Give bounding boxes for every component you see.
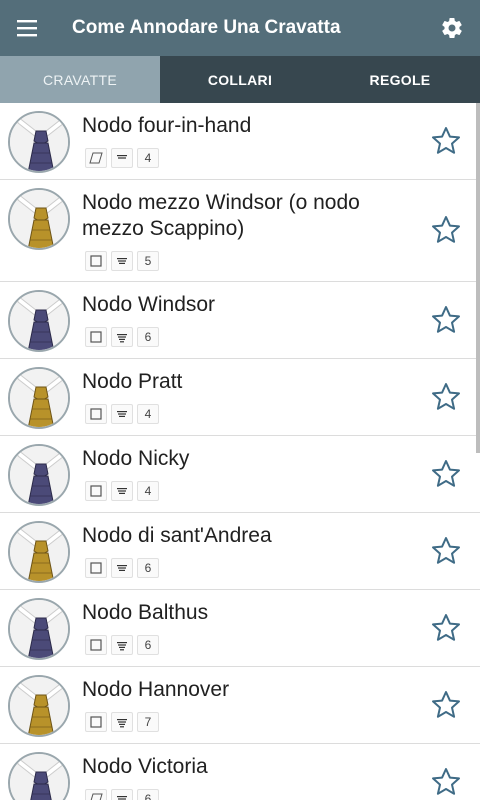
favorite-star-icon[interactable] xyxy=(430,766,462,798)
hamburger-icon xyxy=(17,20,37,37)
knot-attributes: 6 xyxy=(85,789,159,800)
menu-button[interactable] xyxy=(0,0,56,56)
knot-row[interactable]: Nodo Hannover 7 xyxy=(0,667,480,744)
knot-level: 6 xyxy=(137,558,159,578)
tab-bar: CRAVATTE COLLARI REGOLE xyxy=(0,56,480,103)
settings-button[interactable] xyxy=(424,0,480,56)
knot-row[interactable]: Nodo Windsor 6 xyxy=(0,282,480,359)
knot-level: 4 xyxy=(137,481,159,501)
gear-icon xyxy=(442,18,462,39)
square-icon xyxy=(85,481,107,501)
knot-attributes: 7 xyxy=(85,712,159,732)
knot-row[interactable]: Nodo mezzo Windsor (o nodo mezzo Scappin… xyxy=(0,180,480,282)
layers-4-icon xyxy=(111,712,133,732)
scrollbar[interactable] xyxy=(476,103,480,453)
knot-attributes: 6 xyxy=(85,558,159,578)
square-icon xyxy=(85,635,107,655)
knot-name: Nodo Pratt xyxy=(82,370,183,393)
square-icon xyxy=(85,404,107,424)
tie-knot-thumbnail xyxy=(8,444,70,506)
knot-row[interactable]: Nodo Victoria 6 xyxy=(0,744,480,800)
knot-level: 5 xyxy=(137,251,159,271)
square-icon xyxy=(85,327,107,347)
knot-attributes: 4 xyxy=(85,481,159,501)
tab-collari[interactable]: COLLARI xyxy=(160,56,320,103)
tab-cravatte[interactable]: CRAVATTE xyxy=(0,56,160,103)
favorite-star-icon[interactable] xyxy=(430,535,462,567)
favorite-star-icon[interactable] xyxy=(430,458,462,490)
layers-3-icon xyxy=(111,251,133,271)
knot-name: Nodo Windsor xyxy=(82,293,216,316)
favorite-star-icon[interactable] xyxy=(430,214,462,246)
knot-name: Nodo mezzo Windsor (o nodo mezzo Scappin… xyxy=(82,191,360,240)
tie-knot-thumbnail xyxy=(8,188,70,250)
favorite-star-icon[interactable] xyxy=(430,304,462,336)
favorite-star-icon[interactable] xyxy=(430,125,462,157)
knot-name: Nodo Victoria xyxy=(82,755,208,778)
knot-row[interactable]: Nodo Pratt 4 xyxy=(0,359,480,436)
tie-knot-thumbnail xyxy=(8,675,70,737)
parallelogram-icon xyxy=(85,789,107,800)
knot-attributes: 6 xyxy=(85,635,159,655)
knot-level: 4 xyxy=(137,404,159,424)
tie-knot-thumbnail xyxy=(8,598,70,660)
square-icon xyxy=(85,251,107,271)
knot-name: Nodo di sant'Andrea xyxy=(82,524,272,547)
layers-3-icon xyxy=(111,558,133,578)
knot-attributes: 4 xyxy=(85,404,159,424)
favorite-star-icon[interactable] xyxy=(430,612,462,644)
knot-row[interactable]: Nodo Nicky 4 xyxy=(0,436,480,513)
knot-list: Nodo four-in-hand 4 Nodo mezzo Windsor (o … xyxy=(0,103,480,800)
knot-level: 4 xyxy=(137,148,159,168)
tab-regole[interactable]: REGOLE xyxy=(320,56,480,103)
knot-attributes: 4 xyxy=(85,148,159,168)
knot-row[interactable]: Nodo Balthus 6 xyxy=(0,590,480,667)
knot-level: 6 xyxy=(137,327,159,347)
parallelogram-icon xyxy=(85,148,107,168)
tie-knot-thumbnail xyxy=(8,752,70,800)
layers-3-icon xyxy=(111,481,133,501)
tie-knot-thumbnail xyxy=(8,111,70,173)
layers-3-icon xyxy=(111,404,133,424)
app-title: Come Annodare Una Cravatta xyxy=(72,17,341,38)
square-icon xyxy=(85,712,107,732)
layers-4-icon xyxy=(111,327,133,347)
layers-2-icon xyxy=(111,148,133,168)
knot-level: 6 xyxy=(137,635,159,655)
knot-row[interactable]: Nodo di sant'Andrea 6 xyxy=(0,513,480,590)
square-icon xyxy=(85,558,107,578)
knot-name: Nodo four-in-hand xyxy=(82,114,252,137)
knot-level: 7 xyxy=(137,712,159,732)
knot-row[interactable]: Nodo four-in-hand 4 xyxy=(0,103,480,180)
tie-knot-thumbnail xyxy=(8,367,70,429)
tie-knot-thumbnail xyxy=(8,290,70,352)
knot-level: 6 xyxy=(137,789,159,800)
knot-attributes: 6 xyxy=(85,327,159,347)
knot-name: Nodo Balthus xyxy=(82,601,209,624)
favorite-star-icon[interactable] xyxy=(430,689,462,721)
knot-name: Nodo Hannover xyxy=(82,678,230,701)
knot-attributes: 5 xyxy=(85,251,159,271)
tie-knot-thumbnail xyxy=(8,521,70,583)
layers-4-icon xyxy=(111,635,133,655)
favorite-star-icon[interactable] xyxy=(430,381,462,413)
app-bar: Come Annodare Una Cravatta xyxy=(0,0,480,56)
knot-name: Nodo Nicky xyxy=(82,447,190,470)
layers-3-icon xyxy=(111,789,133,800)
